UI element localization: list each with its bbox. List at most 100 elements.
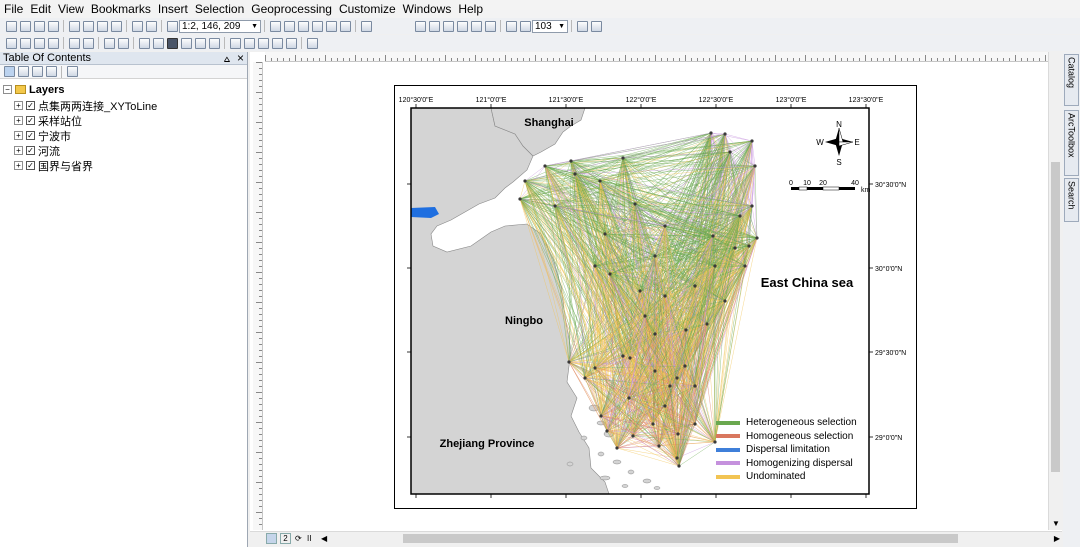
- vertical-scrollbar[interactable]: ▼: [1048, 52, 1062, 530]
- toggle-draft-icon[interactable]: [505, 20, 517, 32]
- pan-icon[interactable]: [33, 37, 45, 49]
- change-layout-icon[interactable]: [576, 20, 588, 32]
- zoom-whole-page-icon[interactable]: [414, 20, 426, 32]
- chevron-right-icon[interactable]: ▶: [1054, 534, 1060, 543]
- expand-icon[interactable]: +: [14, 101, 23, 110]
- chevron-down-icon[interactable]: ▼: [1052, 519, 1060, 528]
- list-by-selection-icon[interactable]: [45, 66, 57, 77]
- search-tab[interactable]: Search: [1064, 178, 1079, 222]
- vertical-scroll-thumb[interactable]: [1051, 162, 1060, 472]
- close-icon[interactable]: ×: [237, 51, 244, 65]
- layer-item[interactable]: + ✓ 国界与省界: [14, 158, 93, 173]
- redo-icon[interactable]: [145, 20, 157, 32]
- chevron-left-icon[interactable]: ◀: [321, 534, 331, 544]
- fixed-zoom-out-icon[interactable]: [82, 37, 94, 49]
- menu-edit[interactable]: Edit: [30, 2, 51, 16]
- layer-item[interactable]: + ✓ 宁波市: [14, 128, 71, 143]
- list-by-drawing-order-icon[interactable]: [3, 66, 15, 77]
- measure-icon[interactable]: [229, 37, 241, 49]
- expand-icon[interactable]: +: [14, 116, 23, 125]
- html-popup-icon[interactable]: [208, 37, 220, 49]
- horizontal-scrollbar[interactable]: 2 ⟳ II ◀ ▶: [250, 531, 1062, 545]
- menu-customize[interactable]: Customize: [339, 2, 396, 16]
- zoom-percent-combo[interactable]: 103 ▼: [532, 19, 568, 33]
- zoom-out-icon[interactable]: [19, 37, 31, 49]
- add-data-icon[interactable]: [166, 20, 178, 32]
- paste-icon[interactable]: [96, 20, 108, 32]
- layout-view-button[interactable]: 2: [280, 533, 291, 544]
- select-elements-icon[interactable]: [166, 37, 178, 49]
- menu-windows[interactable]: Windows: [403, 2, 452, 16]
- arctoolbox-icon[interactable]: [325, 20, 337, 32]
- catalog-icon[interactable]: [297, 20, 309, 32]
- zoom-100-icon[interactable]: [470, 20, 482, 32]
- model-builder-icon[interactable]: [360, 20, 372, 32]
- collapse-icon[interactable]: −: [3, 85, 12, 94]
- horizontal-scroll-thumb[interactable]: [403, 534, 958, 543]
- table-icon[interactable]: [283, 20, 295, 32]
- ruler-tick: [259, 428, 262, 429]
- open-icon[interactable]: [19, 20, 31, 32]
- refresh-icon[interactable]: ⟳: [295, 534, 305, 544]
- list-by-visibility-icon[interactable]: [31, 66, 43, 77]
- layers-root[interactable]: − Layers: [3, 82, 64, 97]
- search-window-icon[interactable]: [311, 20, 323, 32]
- layout-page[interactable]: 120°30'0"E 121°0'0"E 121°30'0"E 122°0'0"E 12…: [394, 85, 917, 509]
- visibility-checkbox[interactable]: ✓: [26, 146, 35, 155]
- editor-icon[interactable]: [269, 20, 281, 32]
- focus-data-frame-icon[interactable]: [519, 20, 531, 32]
- pause-icon[interactable]: II: [307, 534, 317, 544]
- time-slider-icon[interactable]: [285, 37, 297, 49]
- fixed-zoom-in-icon[interactable]: [484, 20, 496, 32]
- toc-options-icon[interactable]: [66, 66, 78, 77]
- cut-icon[interactable]: [68, 20, 80, 32]
- menu-geoprocessing[interactable]: Geoprocessing: [251, 2, 332, 16]
- menu-selection[interactable]: Selection: [195, 2, 244, 16]
- layer-item[interactable]: + ✓ 点集两两连接_XYToLine: [14, 98, 157, 113]
- full-extent-icon[interactable]: [47, 37, 59, 49]
- menu-help[interactable]: Help: [458, 2, 483, 16]
- scale-combo[interactable]: 1:2, 146, 209 ▼: [179, 19, 261, 33]
- expand-icon[interactable]: +: [14, 161, 23, 170]
- layer-item[interactable]: + ✓ 河流: [14, 143, 60, 158]
- visibility-checkbox[interactable]: ✓: [26, 161, 35, 170]
- new-document-icon[interactable]: [5, 20, 17, 32]
- menu-view[interactable]: View: [58, 2, 84, 16]
- save-icon[interactable]: [33, 20, 45, 32]
- visibility-checkbox[interactable]: ✓: [26, 131, 35, 140]
- layer-item[interactable]: + ✓ 采样站位: [14, 113, 82, 128]
- copy-icon[interactable]: [82, 20, 94, 32]
- find-icon[interactable]: [243, 37, 255, 49]
- clear-selection-icon[interactable]: [152, 37, 164, 49]
- menu-bookmarks[interactable]: Bookmarks: [91, 2, 151, 16]
- create-viewer-icon[interactable]: [306, 37, 318, 49]
- forward-extent-icon[interactable]: [117, 37, 129, 49]
- list-by-source-icon[interactable]: [17, 66, 29, 77]
- pin-icon[interactable]: ⩟: [224, 54, 230, 65]
- back-extent-icon[interactable]: [103, 37, 115, 49]
- menu-insert[interactable]: Insert: [158, 2, 188, 16]
- goto-xy-icon[interactable]: [271, 37, 283, 49]
- print-icon[interactable]: [47, 20, 59, 32]
- layout-pan-icon[interactable]: [456, 20, 468, 32]
- expand-icon[interactable]: +: [14, 146, 23, 155]
- route-icon[interactable]: [257, 37, 269, 49]
- delete-icon[interactable]: [110, 20, 122, 32]
- layout-zoom-in-icon[interactable]: [428, 20, 440, 32]
- expand-icon[interactable]: +: [14, 131, 23, 140]
- layout-zoom-out-icon[interactable]: [442, 20, 454, 32]
- zoom-in-icon[interactable]: [5, 37, 17, 49]
- visibility-checkbox[interactable]: ✓: [26, 116, 35, 125]
- identify-icon[interactable]: [180, 37, 192, 49]
- fixed-zoom-icon[interactable]: [68, 37, 80, 49]
- data-driven-pages-icon[interactable]: [590, 20, 602, 32]
- visibility-checkbox[interactable]: ✓: [26, 101, 35, 110]
- menu-file[interactable]: File: [4, 2, 23, 16]
- select-features-icon[interactable]: [138, 37, 150, 49]
- arctoolbox-tab[interactable]: ArcToolbox: [1064, 110, 1079, 176]
- python-icon[interactable]: [339, 20, 351, 32]
- data-view-icon[interactable]: [266, 533, 277, 544]
- hyperlink-icon[interactable]: [194, 37, 206, 49]
- catalog-tab[interactable]: Catalog: [1064, 54, 1079, 106]
- undo-icon[interactable]: [131, 20, 143, 32]
